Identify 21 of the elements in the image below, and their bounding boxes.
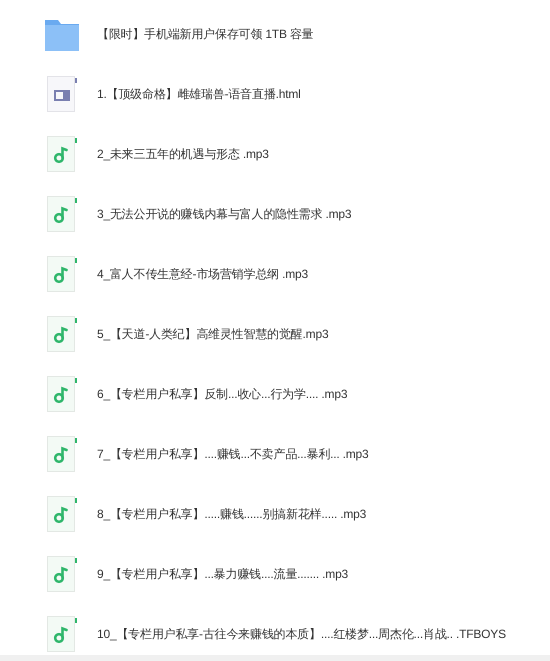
- music-note-icon: [46, 615, 78, 653]
- file-name[interactable]: 2_未来三五年的机遇与形态 .mp3: [97, 145, 269, 163]
- music-note-icon: [46, 135, 78, 173]
- file-name[interactable]: 5_【天道-人类纪】高维灵性智慧的觉醒.mp3: [97, 325, 328, 343]
- file-name[interactable]: 10_【专栏用户私享-古往今来赚钱的本质】....红楼梦...周杰伦...肖战.. .TFBOYS: [97, 625, 506, 643]
- file-name[interactable]: 4_富人不传生意经-市场营销学总纲 .mp3: [97, 265, 308, 283]
- document-icon: [46, 75, 78, 113]
- music-note-icon: [46, 555, 78, 593]
- file-name[interactable]: 1.【顶级命格】雌雄瑞兽-语音直播.html: [97, 85, 301, 103]
- file-name[interactable]: 8_【专栏用户私享】.....赚钱......别搞新花样..... .mp3: [97, 505, 366, 523]
- file-name[interactable]: 3_无法公开说的赚钱内幕与富人的隐性需求 .mp3: [97, 205, 352, 223]
- music-note-icon: [46, 375, 78, 413]
- music-note-icon: [46, 315, 78, 353]
- file-name[interactable]: 【限时】手机端新用户保存可领 1TB 容量: [97, 25, 314, 43]
- music-note-icon: [46, 435, 78, 473]
- file-name[interactable]: 7_【专栏用户私享】....赚钱...不卖产品...暴利... .mp3: [97, 445, 369, 463]
- music-note-icon: [46, 255, 78, 293]
- music-note-icon: [46, 495, 78, 533]
- file-name[interactable]: 9_【专栏用户私享】...暴力赚钱....流量....... .mp3: [97, 565, 348, 583]
- music-note-icon: [46, 195, 78, 233]
- file-name[interactable]: 6_【专栏用户私享】反制...收心...行为学.... .mp3: [97, 385, 348, 403]
